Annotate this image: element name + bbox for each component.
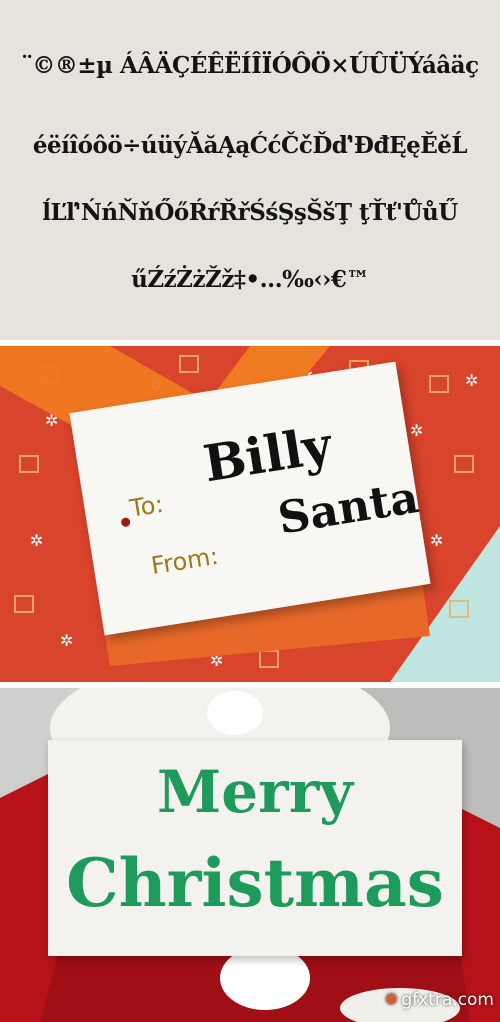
watermark-text: gfxtra.com [401, 990, 494, 1010]
svg-text:✲: ✲ [430, 531, 443, 550]
glyph-line-3: ĺĽľ'ŃńŇňŐőŔŕŘřŚśŞşŠšŢ ţŤť'ŮůŰ [42, 199, 458, 226]
santa-sign-panel: Merry Christmas ✺ gfxtra.com [0, 688, 500, 1022]
svg-text:✲: ✲ [30, 531, 43, 550]
watermark: ✺ gfxtra.com [384, 990, 494, 1010]
glyph-line-2: éëíîóôö÷úüýĂăĄąĆćČčĎď'ĐđĘęĚěĹ [32, 132, 468, 159]
svg-text:✲: ✲ [60, 631, 73, 650]
svg-text:✲: ✲ [465, 371, 478, 390]
merry-christmas-sign: Merry Christmas [48, 740, 462, 956]
svg-text:✲: ✲ [410, 421, 423, 440]
glyph-line-4: űŹźŻżŽž‡•...‰‹›€™ [131, 266, 369, 293]
tag-to-label: To: [127, 489, 166, 523]
tag-from-label: From: [149, 541, 221, 581]
sign-line-christmas: Christmas [66, 844, 444, 922]
glyph-line-1: ¨©®±µ ÁÂÄÇÉÊËÍÎÏÓÔÖ×ÚÛÜÝáâäç [21, 52, 479, 79]
gift-tag-panel: ✲✲✲ ✲✲✲ ✲✲✲ To: Billy From: Santa [0, 346, 500, 682]
tag-to-name: Billy [199, 415, 336, 494]
sign-line-merry: Merry [157, 758, 353, 826]
tag-from-name: Santa [274, 472, 422, 545]
gear-icon: ✺ [384, 990, 399, 1010]
tag-hole [120, 517, 131, 528]
glyph-specimen-panel: ¨©®±µ ÁÂÄÇÉÊËÍÎÏÓÔÖ×ÚÛÜÝáâäç éëíîóôö÷úüý… [0, 0, 500, 340]
